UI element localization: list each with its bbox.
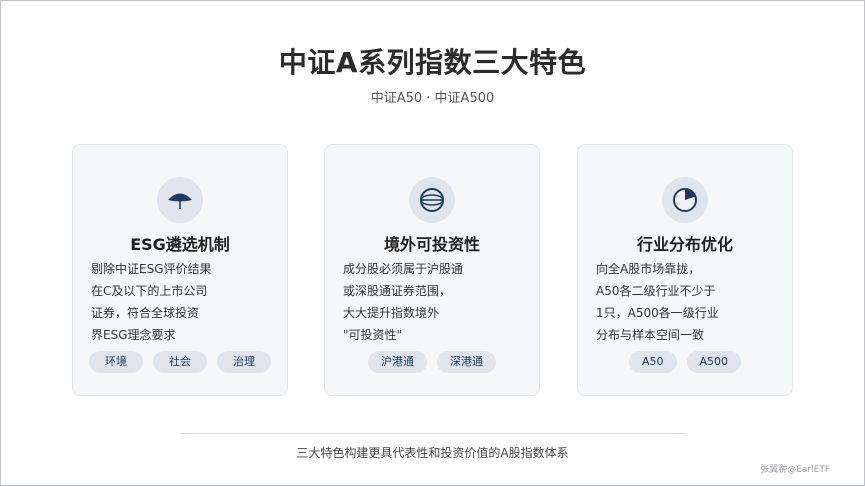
- description-line: 剔除中证ESG评价结果: [91, 262, 212, 276]
- leaf-icon: [157, 177, 203, 223]
- description-line: 或深股通证券范围，: [343, 284, 452, 298]
- tag-a50: A50: [628, 351, 677, 373]
- tag-list: A50 A500: [578, 351, 792, 373]
- tag-shanghai-connect: 沪港通: [368, 351, 427, 373]
- card-title: ESG遴选机制: [130, 235, 230, 254]
- pie-chart-icon: [662, 177, 708, 223]
- tag-list: 环境 社会 治理: [73, 351, 287, 373]
- card-title: 境外可投资性: [383, 235, 480, 254]
- tag-list: 沪港通 深港通: [325, 351, 539, 373]
- feature-card-esg: ESG遴选机制 剔除中证ESG评价结果 在C及以下的上市公司 证券，符合全球投资…: [72, 144, 288, 396]
- card-description: 向全A股市场靠拢， A50各二级行业不少于 1只，A500各一级行业 分布与样本…: [596, 258, 778, 346]
- description-line: 向全A股市场靠拢，: [596, 262, 701, 276]
- description-line: 分布与样本空间一致: [596, 328, 705, 342]
- card-description: 剔除中证ESG评价结果 在C及以下的上市公司 证券，符合全球投资 界ESG理念要…: [91, 258, 273, 346]
- description-line: 1只，A500各一级行业: [596, 306, 719, 320]
- description-line: 在C及以下的上市公司: [91, 284, 208, 298]
- tag-society: 社会: [153, 351, 207, 373]
- card-description: 成分股必须属于沪股通 或深股通证券范围， 大大提升指数境外 "可投资性": [343, 258, 525, 346]
- tag-a500: A500: [686, 351, 742, 373]
- card-title: 行业分布优化: [636, 235, 733, 254]
- tag-environment: 环境: [89, 351, 143, 373]
- globe-icon: [409, 177, 455, 223]
- slide: 中证A系列指数三大特色 中证A50 · 中证A500 ESG遴选机制 剔除中证E…: [0, 0, 865, 486]
- page-subtitle: 中证A50 · 中证A500: [370, 91, 495, 106]
- description-line: "可投资性": [343, 328, 403, 342]
- tag-shenzhen-connect: 深港通: [437, 351, 496, 373]
- feature-card-investability: 境外可投资性 成分股必须属于沪股通 或深股通证券范围， 大大提升指数境外 "可投…: [324, 144, 540, 396]
- description-line: 界ESG理念要求: [91, 328, 176, 342]
- description-line: 大大提升指数境外: [343, 306, 440, 320]
- description-line: 成分股必须属于沪股通: [343, 262, 464, 276]
- page-title: 中证A系列指数三大特色: [278, 46, 587, 79]
- feature-card-industry: 行业分布优化 向全A股市场靠拢， A50各二级行业不少于 1只，A500各一级行…: [577, 144, 793, 396]
- author-credit: 张翼翀@EarlETF: [760, 465, 830, 475]
- description-line: 证券，符合全球投资: [91, 306, 200, 320]
- footer-summary: 三大特色构建更具代表性和投资价值的A股指数体系: [296, 446, 569, 460]
- divider: [181, 433, 686, 434]
- tag-governance: 治理: [217, 351, 271, 373]
- description-line: A50各二级行业不少于: [596, 284, 716, 298]
